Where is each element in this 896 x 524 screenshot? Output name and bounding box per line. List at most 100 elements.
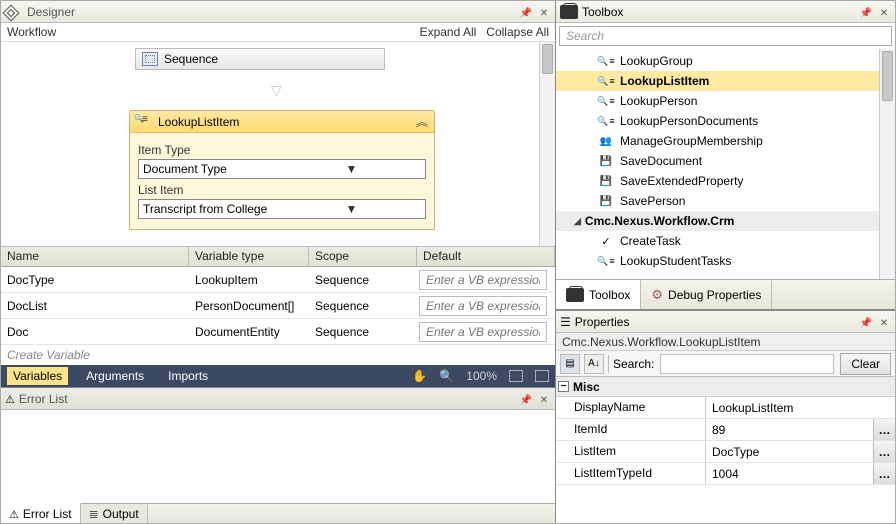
col-type[interactable]: Variable type <box>189 247 309 266</box>
alpha-sort-button[interactable]: A↓ <box>584 354 604 374</box>
tab-imports[interactable]: Imports <box>162 367 214 385</box>
designer-canvas[interactable]: Sequence ▽ LookupListItem ︽ Item Type Do… <box>1 41 555 246</box>
toolbox-item[interactable]: SavePerson <box>556 191 895 211</box>
var-default-input[interactable] <box>419 270 547 290</box>
properties-icon: ☰ <box>560 315 571 329</box>
item-type-dropdown[interactable]: Document Type ▼ <box>138 159 426 179</box>
property-value-input[interactable] <box>706 419 873 440</box>
clear-button[interactable]: Clear <box>840 353 891 375</box>
check-icon <box>598 234 614 248</box>
property-value-input[interactable] <box>706 463 873 484</box>
toolbox-item[interactable]: SaveExtendedProperty <box>556 171 895 191</box>
tab-arguments[interactable]: Arguments <box>80 367 150 385</box>
chevron-down-icon[interactable]: ▼ <box>282 202 421 216</box>
toolbox-item[interactable]: LookupStudentTasks <box>556 251 895 271</box>
pin-icon[interactable] <box>859 315 873 329</box>
toolbox-scrollbar[interactable] <box>879 49 895 279</box>
collapse-icon[interactable]: − <box>558 381 569 392</box>
property-value-input[interactable] <box>706 397 895 418</box>
property-row: ListItemTypeId <box>556 463 895 485</box>
variable-row[interactable]: DocTypeLookupItemSequence <box>1 267 555 293</box>
lookuplistitem-activity[interactable]: LookupListItem ︽ Item Type Document Type… <box>129 110 435 230</box>
people-icon <box>598 134 614 148</box>
canvas-scrollbar[interactable] <box>539 42 555 246</box>
error-list-title: Error List <box>19 392 515 406</box>
col-scope[interactable]: Scope <box>309 247 417 266</box>
expand-all-link[interactable]: Expand All <box>420 25 477 39</box>
toolbox-item[interactable]: LookupPersonDocuments <box>556 111 895 131</box>
toolbox-item[interactable]: CreateTask <box>556 231 895 251</box>
sequence-icon <box>142 52 158 66</box>
close-icon[interactable] <box>537 5 551 19</box>
col-default[interactable]: Default <box>417 247 555 266</box>
toolbox-item[interactable]: LookupPerson <box>556 91 895 111</box>
ellipsis-button[interactable] <box>873 441 895 462</box>
close-icon[interactable] <box>877 315 891 329</box>
toolbox-icon <box>566 288 584 302</box>
toolbox-item[interactable]: LookupListItem <box>556 71 895 91</box>
designer-title: Designer <box>27 5 515 19</box>
close-icon[interactable] <box>877 5 891 19</box>
list-item-value: Transcript from College <box>143 202 282 216</box>
var-name: Doc <box>1 325 189 339</box>
property-row: ItemId <box>556 419 895 441</box>
toolbox-category[interactable]: ◢Cmc.Nexus.Workflow.Crm <box>556 211 895 231</box>
var-type: DocumentEntity <box>189 325 309 339</box>
gear-icon <box>651 287 663 303</box>
variable-row[interactable]: DocListPersonDocument[]Sequence <box>1 293 555 319</box>
pin-icon[interactable] <box>519 392 533 406</box>
warning-icon <box>9 507 19 521</box>
var-scope: Sequence <box>309 273 417 287</box>
error-list-pane: Error List Error List Output <box>1 388 555 523</box>
tab-error-list[interactable]: Error List <box>1 503 81 523</box>
expand-icon[interactable]: ◢ <box>574 216 581 227</box>
tab-variables[interactable]: Variables <box>7 367 68 385</box>
pan-icon[interactable]: ✋ <box>412 369 427 383</box>
col-name[interactable]: Name <box>1 247 189 266</box>
designer-icon <box>3 4 20 21</box>
pin-icon[interactable] <box>859 5 873 19</box>
property-name: ListItemTypeId <box>556 463 706 484</box>
overview-icon[interactable] <box>535 370 549 382</box>
lookup-icon <box>136 115 152 129</box>
properties-pane: ☰ Properties Cmc.Nexus.Workflow.LookupLi… <box>556 310 895 523</box>
var-type: LookupItem <box>189 273 309 287</box>
pin-icon[interactable] <box>519 5 533 19</box>
create-variable[interactable]: Create Variable <box>1 345 555 365</box>
tab-output[interactable]: Output <box>81 504 148 523</box>
collapse-all-link[interactable]: Collapse All <box>486 25 549 39</box>
properties-search-input[interactable] <box>660 354 834 374</box>
zoom-icon[interactable]: 🔍 <box>439 369 454 383</box>
property-row: DisplayName <box>556 397 895 419</box>
close-icon[interactable] <box>537 392 551 406</box>
sequence-header[interactable]: Sequence <box>135 48 385 70</box>
ellipsis-button[interactable] <box>873 463 895 484</box>
tab-debug-properties[interactable]: Debug Properties <box>641 280 772 309</box>
look-icon <box>598 114 614 128</box>
var-scope: Sequence <box>309 325 417 339</box>
var-default-input[interactable] <box>419 296 547 316</box>
workflow-breadcrumb[interactable]: Workflow <box>7 25 56 39</box>
list-item-dropdown[interactable]: Transcript from College ▼ <box>138 199 426 219</box>
category-misc[interactable]: − Misc <box>556 377 895 397</box>
fit-icon[interactable] <box>509 370 523 382</box>
warning-icon <box>5 392 15 406</box>
property-name: DisplayName <box>556 397 706 418</box>
sequence-label: Sequence <box>164 52 218 66</box>
toolbox-search[interactable]: Search <box>559 26 892 46</box>
designer-pane: Designer Workflow Expand All Collapse Al… <box>1 1 555 247</box>
property-value-input[interactable] <box>706 441 873 462</box>
categorized-sort-button[interactable]: ▤ <box>560 354 580 374</box>
chevron-down-icon[interactable]: ▼ <box>282 162 421 176</box>
toolbox-item[interactable]: SaveDocument <box>556 151 895 171</box>
error-list-body <box>1 410 555 503</box>
variable-row[interactable]: DocDocumentEntitySequence <box>1 319 555 345</box>
toolbox-item[interactable]: LookupGroup <box>556 51 895 71</box>
toolbox-icon <box>560 5 578 19</box>
var-default-input[interactable] <box>419 322 547 342</box>
collapse-icon[interactable]: ︽ <box>416 113 428 130</box>
toolbox-item[interactable]: ManageGroupMembership <box>556 131 895 151</box>
look-icon <box>598 74 614 88</box>
tab-toolbox[interactable]: Toolbox <box>556 280 641 309</box>
ellipsis-button[interactable] <box>873 419 895 440</box>
